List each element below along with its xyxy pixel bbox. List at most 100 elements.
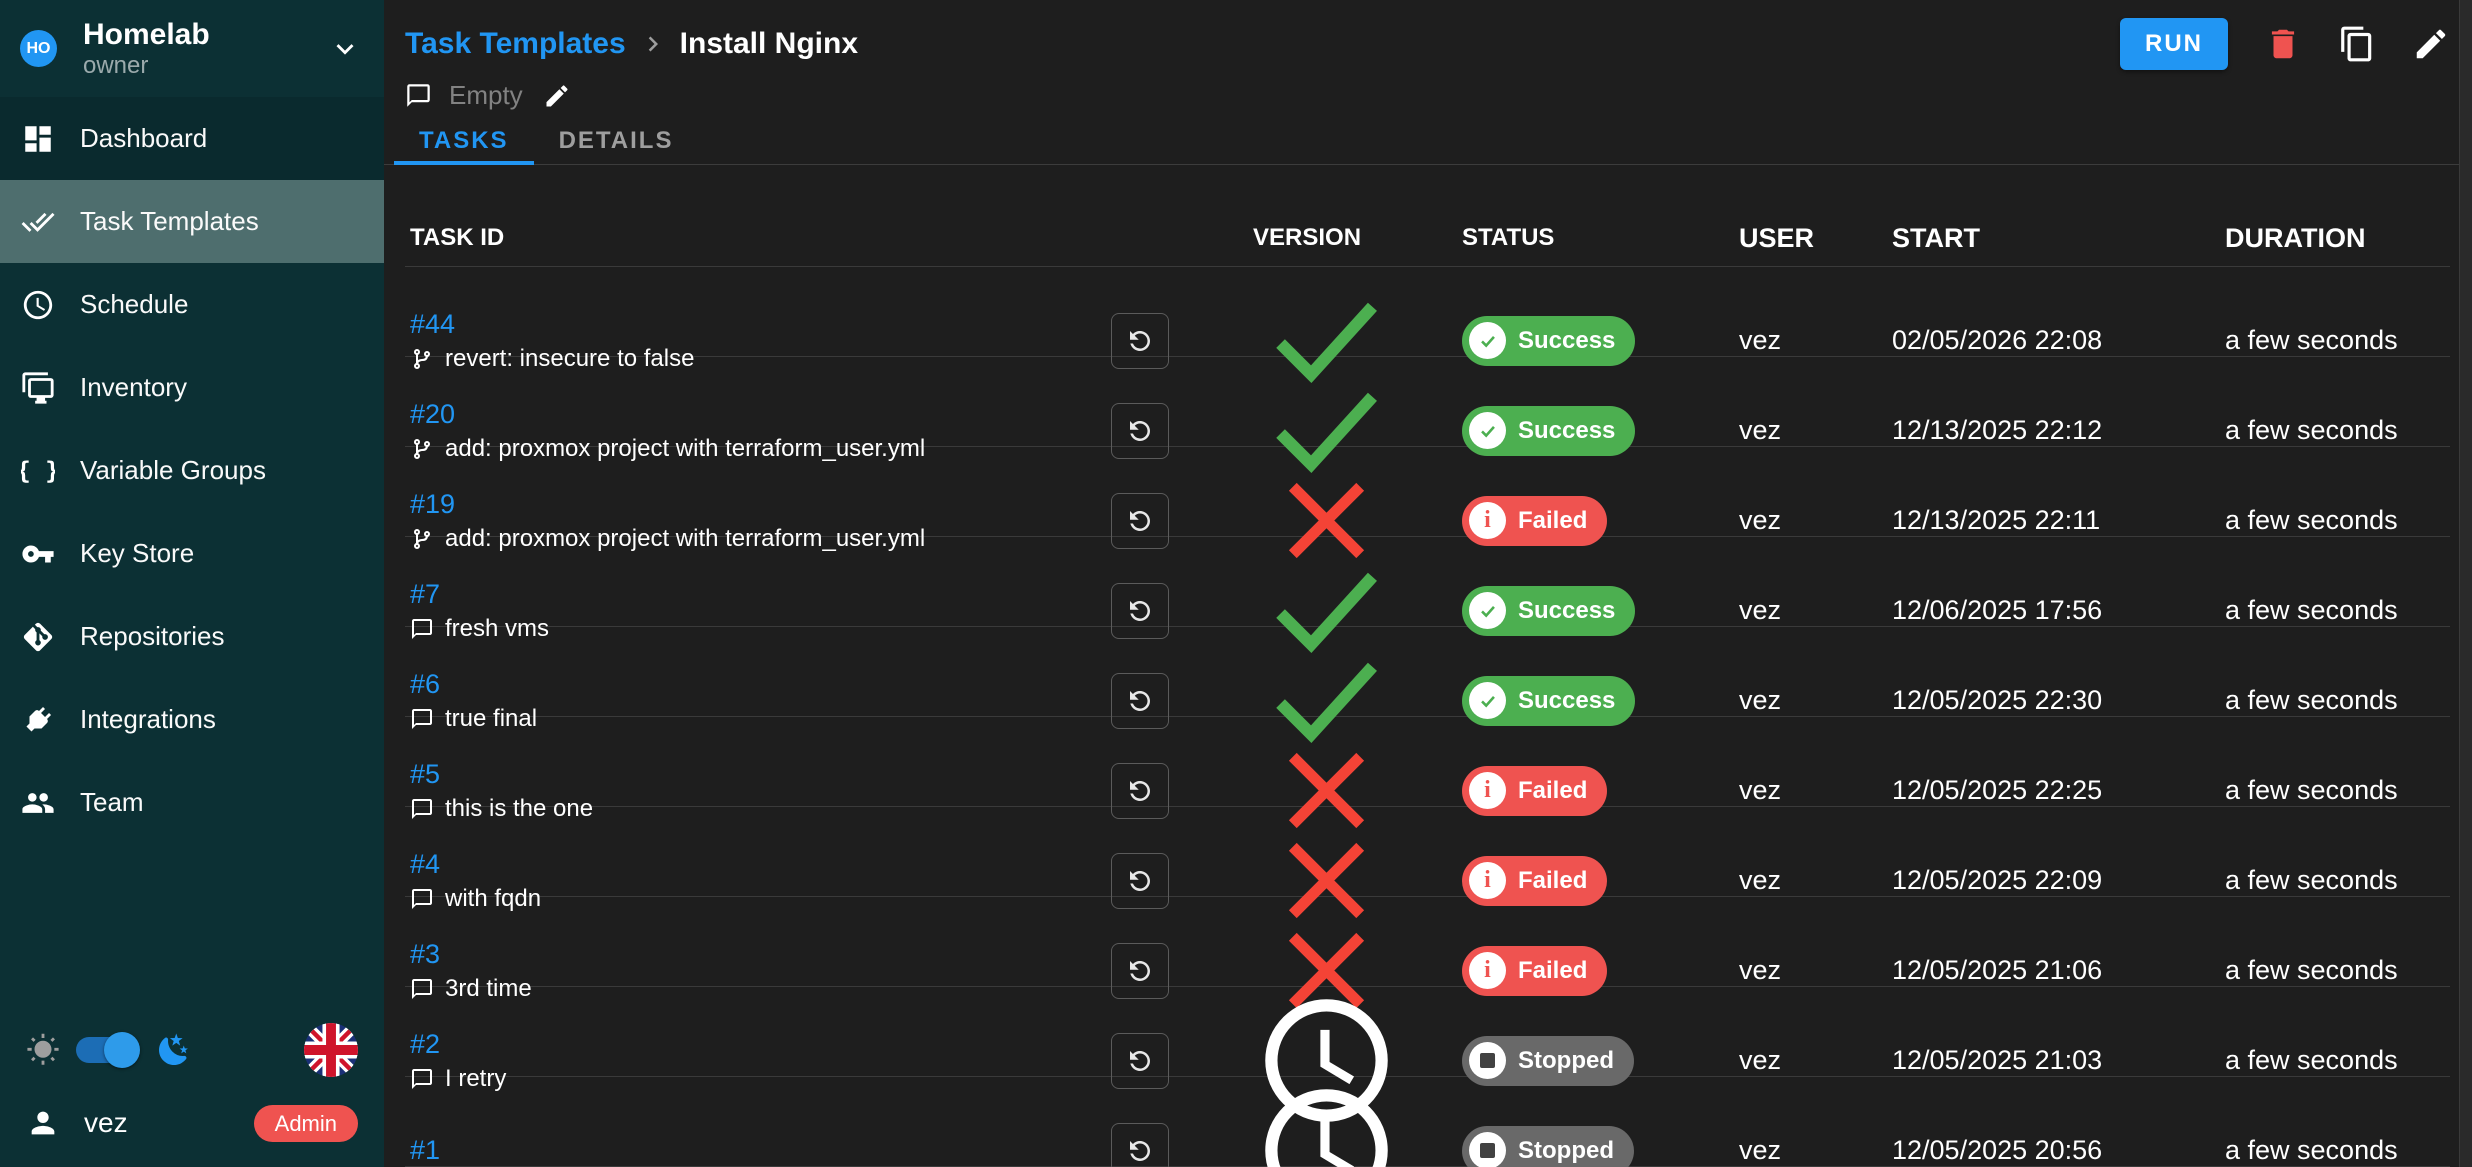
task-id-link[interactable]: #44 [410,309,455,340]
sidebar-item-schedule[interactable]: Schedule [0,263,384,346]
app-root: HO Homelab owner DashboardTask Templates… [0,0,2472,1167]
project-initials: HO [27,40,51,58]
run-button[interactable]: RUN [2120,18,2228,70]
user-row[interactable]: vez Admin [0,1089,384,1167]
task-id-link[interactable]: #3 [410,939,440,970]
sidebar-item-variable-groups[interactable]: { }Variable Groups [0,429,384,512]
duration-cell: a few seconds [2175,415,2450,446]
edit-description-icon[interactable] [543,82,571,110]
project-name: Homelab [83,18,210,52]
status-cell: Stopped [1400,1036,1690,1086]
sidebar-item-label: Schedule [80,289,188,320]
sidebar-item-inventory[interactable]: Inventory [0,346,384,429]
sidebar-item-label: Team [80,787,144,818]
rerun-button[interactable] [1111,853,1169,909]
tab-tasks[interactable]: TASKS [394,119,534,164]
task-id-link[interactable]: #6 [410,669,440,700]
task-cell: #4with fqdn [405,849,1085,913]
table-body: #44revert: insecure to falseSuccessvez02… [405,267,2450,1167]
task-id-link[interactable]: #20 [410,399,455,430]
start-cell: 02/05/2026 22:08 [1845,325,2175,356]
sidebar-item-team[interactable]: Team [0,761,384,844]
user-cell: vez [1690,1135,1845,1166]
edit-icon[interactable] [2412,25,2450,63]
column-header-start: START [1845,223,2175,254]
rerun-button[interactable] [1111,673,1169,729]
status-cell: Success [1400,586,1690,636]
git-branch-icon [410,527,434,551]
rerun-button[interactable] [1111,943,1169,999]
rerun-cell [1085,403,1195,459]
column-header-status: STATUS [1400,224,1690,252]
task-cell: #33rd time [405,939,1085,1003]
comment-icon [410,887,434,911]
people-icon [21,786,55,820]
scrollbar[interactable] [2459,0,2472,1167]
sidebar-item-label: Integrations [80,704,216,735]
rerun-button[interactable] [1111,313,1169,369]
info-circle-icon: i [1469,862,1506,899]
git-icon [21,620,55,654]
uk-flag-icon[interactable] [304,1023,358,1077]
delete-icon[interactable] [2264,25,2302,63]
comment-icon [410,617,434,641]
status-label: Stopped [1518,1137,1614,1165]
theme-toggle[interactable] [76,1037,134,1063]
user-cell: vez [1690,865,1845,896]
rerun-button[interactable] [1111,583,1169,639]
task-templates-icon [21,205,55,239]
project-selector[interactable]: HO Homelab owner [0,0,384,97]
start-cell: 12/05/2025 21:06 [1845,955,2175,986]
rerun-button[interactable] [1111,1123,1169,1167]
success-circle-icon [1469,592,1506,629]
copy-icon[interactable] [2338,25,2376,63]
task-cell: #20 add: proxmox project with terraform_u… [405,399,1085,463]
rerun-cell [1085,853,1195,909]
sidebar-item-repositories[interactable]: Repositories [0,595,384,678]
sidebar-item-integrations[interactable]: Integrations [0,678,384,761]
sidebar-item-dashboard[interactable]: Dashboard [0,97,384,180]
column-header-task-id: TASK ID [405,224,1085,252]
stop-circle-icon [1469,1042,1506,1079]
rerun-cell [1085,1123,1195,1167]
theme-toggle-knob [104,1032,140,1068]
rerun-button[interactable] [1111,763,1169,819]
sidebar-item-key-store[interactable]: Key Store [0,512,384,595]
rerun-button[interactable] [1111,493,1169,549]
header-actions: RUN [2120,18,2450,70]
status-cell: Success [1400,676,1690,726]
start-cell: 12/05/2025 22:30 [1845,685,2175,716]
theme-row [0,1011,384,1089]
user-cell: vez [1690,595,1845,626]
comment-icon [405,82,432,109]
duration-cell: a few seconds [2175,955,2450,986]
breadcrumb-link[interactable]: Task Templates [405,27,626,61]
rerun-button[interactable] [1111,403,1169,459]
rerun-icon [1125,776,1155,806]
success-circle-icon [1469,682,1506,719]
task-cell: #1 [405,1135,1085,1166]
task-id-link[interactable]: #2 [410,1029,440,1060]
task-id-link[interactable]: #19 [410,489,455,520]
task-id-link[interactable]: #4 [410,849,440,880]
task-id-link[interactable]: #7 [410,579,440,610]
sidebar: HO Homelab owner DashboardTask Templates… [0,0,384,1167]
status-cell: Success [1400,406,1690,456]
user-cell: vez [1690,505,1845,536]
moon-icon [156,1032,192,1068]
status-badge: iFailed [1462,946,1607,996]
status-label: Failed [1518,507,1587,535]
task-id-link[interactable]: #5 [410,759,440,790]
task-id-link[interactable]: #1 [410,1135,440,1166]
table-header: TASK IDVERSIONSTATUSUSERSTARTDURATION [405,211,2450,267]
tab-details[interactable]: DETAILS [534,119,699,164]
rerun-button[interactable] [1111,1033,1169,1089]
status-badge: iFailed [1462,496,1607,546]
success-circle-icon [1469,412,1506,449]
status-label: Success [1518,687,1615,715]
sidebar-item-task-templates[interactable]: Task Templates [0,180,384,263]
status-label: Success [1518,597,1615,625]
comment-icon [410,707,434,731]
clock-icon [1253,1077,1400,1167]
task-message: add: proxmox project with terraform_user… [410,435,1085,463]
